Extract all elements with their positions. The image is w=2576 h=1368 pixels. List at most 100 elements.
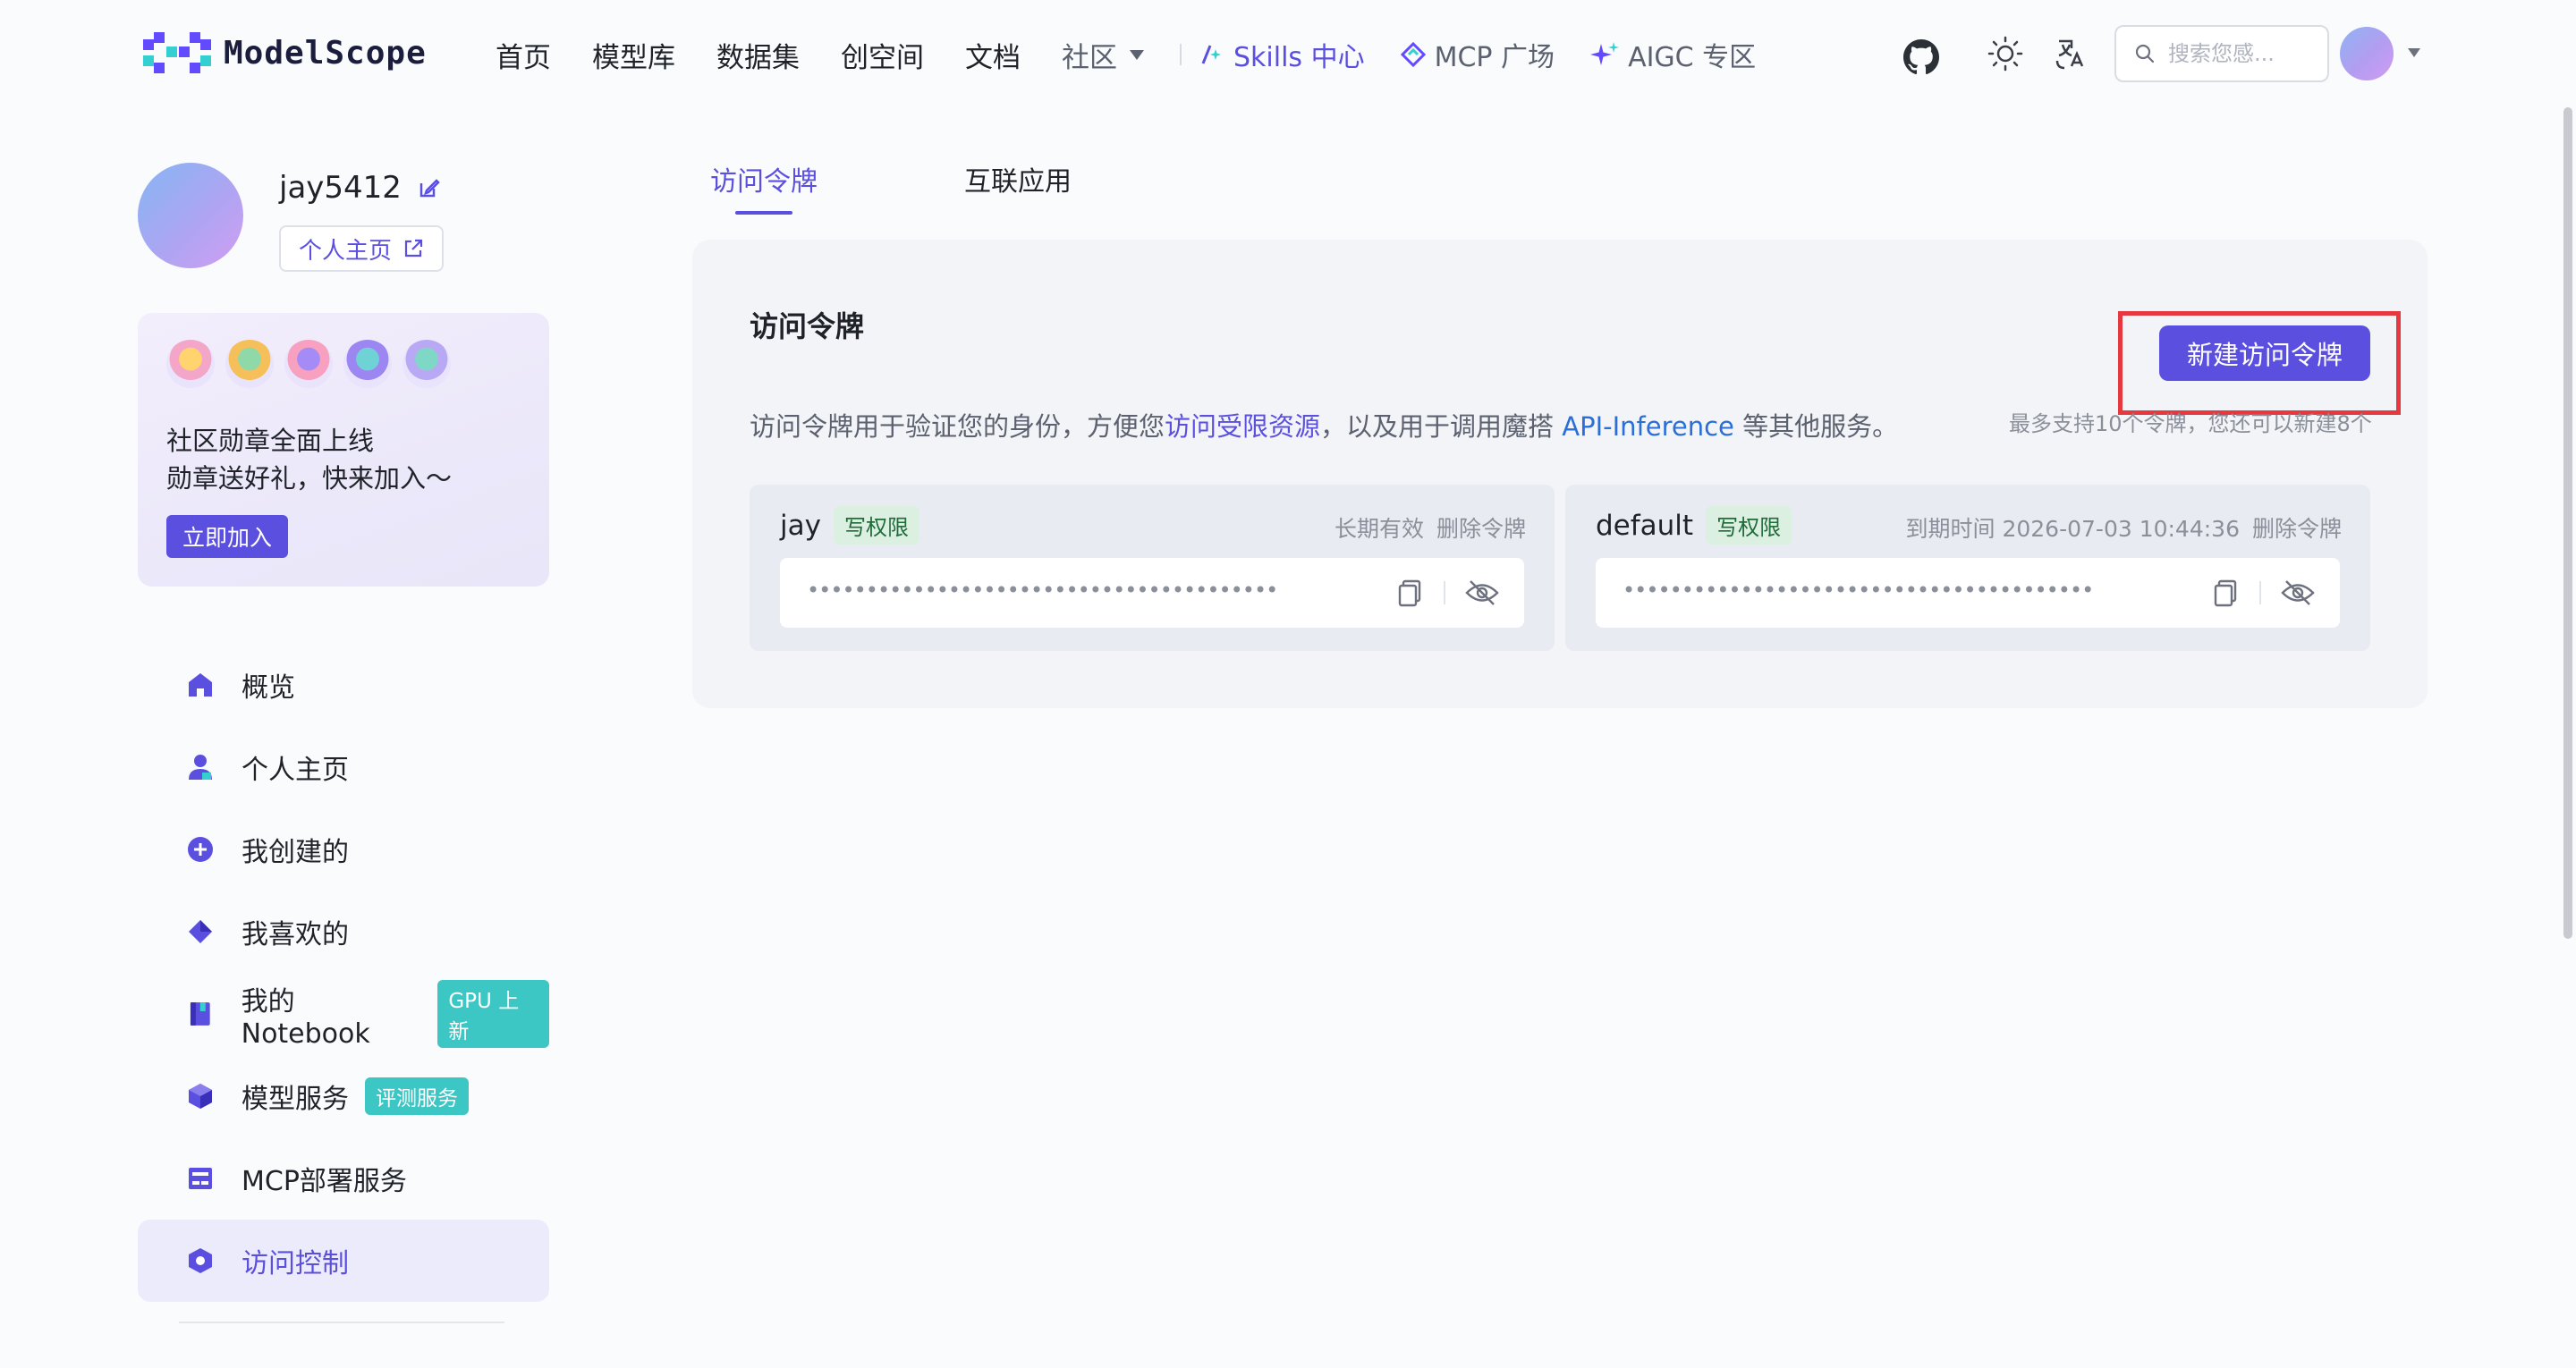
plus-circle-icon bbox=[188, 837, 213, 862]
avatar-dropdown-icon[interactable] bbox=[2408, 48, 2420, 57]
badge-icon bbox=[343, 340, 392, 388]
masked-token: •••••••••••••••••••••••••••••••••••••••• bbox=[1623, 578, 2094, 603]
tab-connected-apps[interactable]: 互联应用 bbox=[964, 159, 1072, 215]
skills-icon bbox=[1201, 45, 1221, 64]
join-now-button[interactable]: 立即加入 bbox=[166, 515, 289, 558]
sidebar-item-label: 我创建的 bbox=[242, 837, 349, 868]
homepage-label: 个人主页 bbox=[299, 237, 393, 265]
badge-promo-card: 社区勋章全面上线 勋章送好礼，快来加入～ 立即加入 bbox=[138, 313, 549, 587]
promo-line-2: 勋章送好礼，快来加入～ bbox=[166, 463, 453, 494]
copy-icon[interactable] bbox=[2211, 578, 2241, 608]
copy-icon[interactable] bbox=[1395, 578, 1426, 608]
shield-icon bbox=[189, 1248, 212, 1273]
user-avatar[interactable] bbox=[2340, 27, 2394, 80]
token-validity: 长期有效 bbox=[1334, 516, 1424, 542]
profile-username-row: jay5412 bbox=[279, 170, 441, 206]
sidebar-item-label: 个人主页 bbox=[242, 755, 349, 786]
homepage-button[interactable]: 个人主页 bbox=[279, 225, 445, 272]
page-scrollbar[interactable] bbox=[2563, 107, 2572, 939]
sidebar-divider bbox=[179, 1322, 504, 1323]
eval-service-badge: 评测服务 bbox=[365, 1077, 469, 1115]
notebook-icon bbox=[190, 1002, 210, 1026]
user-icon bbox=[189, 755, 212, 780]
nav-community-dropdown[interactable]: 社区 bbox=[1062, 35, 1144, 75]
nav-models[interactable]: 模型库 bbox=[592, 35, 675, 75]
sidebar-item-created[interactable]: 我创建的 bbox=[138, 808, 549, 891]
token-card: default 写权限 到期时间 2026-07-03 10:44:36 删除令… bbox=[1565, 485, 2370, 651]
token-header: jay 写权限 bbox=[780, 506, 919, 545]
token-name: jay bbox=[780, 509, 821, 542]
token-name: default bbox=[1596, 509, 1694, 542]
sidebar-item-label: 我喜欢的 bbox=[242, 919, 349, 950]
gpu-new-badge: GPU 上新 bbox=[437, 980, 549, 1048]
eye-off-icon[interactable] bbox=[1465, 578, 1499, 608]
edit-icon[interactable] bbox=[418, 176, 441, 199]
nav-divider bbox=[1180, 44, 1182, 65]
server-icon bbox=[189, 1168, 212, 1189]
badge-icon bbox=[225, 340, 274, 388]
promo-text: 社区勋章全面上线 勋章送好礼，快来加入～ bbox=[166, 422, 452, 497]
sidebar-item-homepage[interactable]: 个人主页 bbox=[138, 726, 549, 808]
token-limit-text: 最多支持10个令牌，您还可以新建8个 bbox=[2009, 411, 2372, 436]
desc-text: 等其他服务。 bbox=[1733, 411, 1899, 442]
logo-text: ModelScope bbox=[224, 34, 427, 72]
chevron-down-icon bbox=[1130, 49, 1144, 60]
desc-text: 访问令牌用于验证您的身份，方便您 bbox=[750, 411, 1165, 442]
theme-toggle-icon[interactable] bbox=[1987, 36, 2023, 72]
sidebar-item-liked[interactable]: 我喜欢的 bbox=[138, 891, 549, 973]
nav-skills-label: Skills 中心 bbox=[1233, 42, 1365, 73]
eye-off-icon[interactable] bbox=[2281, 578, 2315, 608]
nav-skills[interactable]: Skills 中心 bbox=[1199, 35, 1365, 74]
sidebar-item-label: MCP部署服务 bbox=[242, 1166, 407, 1197]
search-input[interactable] bbox=[2168, 41, 2320, 66]
nav-mcp[interactable]: MCP 广场 bbox=[1400, 35, 1555, 74]
badge-icon bbox=[166, 340, 215, 388]
api-inference-link[interactable]: API-Inference bbox=[1562, 411, 1734, 442]
nav-studios[interactable]: 创空间 bbox=[841, 35, 924, 75]
profile-avatar bbox=[138, 163, 243, 268]
sparkle-icon bbox=[1590, 42, 1620, 65]
token-value-field[interactable]: •••••••••••••••••••••••••••••••••••••••• bbox=[780, 558, 1524, 628]
main-nav: 首页 模型库 数据集 创空间 文档 社区 Skills 中心 MCP 广场 AI… bbox=[496, 34, 1792, 75]
sidebar-item-overview[interactable]: 概览 bbox=[138, 644, 549, 726]
sidebar-menu: 概览 个人主页 我创建的 我喜欢的 我的Notebook GPU 上新 模型服务… bbox=[138, 644, 549, 1302]
tab-access-token[interactable]: 访问令牌 bbox=[710, 159, 818, 215]
nav-community-label: 社区 bbox=[1062, 41, 1117, 74]
diamond-icon bbox=[189, 920, 212, 943]
sidebar-item-mcp-deploy[interactable]: MCP部署服务 bbox=[138, 1137, 549, 1220]
delete-token-link[interactable]: 删除令牌 bbox=[1436, 511, 1526, 544]
modelscope-logo[interactable]: ModelScope bbox=[143, 32, 427, 73]
token-card: jay 写权限 长期有效 删除令牌 ••••••••••••••••••••••… bbox=[750, 485, 1555, 651]
sidebar-item-model-service[interactable]: 模型服务 评测服务 bbox=[138, 1055, 549, 1137]
sidebar-item-access-control[interactable]: 访问控制 bbox=[138, 1220, 549, 1302]
desc-text: ，以及用于调用魔搭 bbox=[1320, 411, 1563, 442]
top-navbar: ModelScope 首页 模型库 数据集 创空间 文档 社区 Skills 中… bbox=[0, 0, 2576, 109]
sidebar-item-notebook[interactable]: 我的Notebook GPU 上新 bbox=[138, 973, 549, 1055]
token-value-field[interactable]: •••••••••••••••••••••••••••••••••••••••• bbox=[1596, 558, 2340, 628]
external-link-icon bbox=[404, 239, 423, 258]
language-switch-icon[interactable] bbox=[2054, 36, 2089, 72]
permission-badge: 写权限 bbox=[1706, 506, 1792, 545]
github-icon[interactable] bbox=[1903, 39, 1939, 75]
highlight-box bbox=[2118, 311, 2401, 415]
token-header: default 写权限 bbox=[1596, 506, 1792, 545]
nav-aigc-label: AIGC 专区 bbox=[1628, 42, 1757, 73]
nav-docs[interactable]: 文档 bbox=[965, 35, 1021, 75]
nav-aigc[interactable]: AIGC 专区 bbox=[1590, 35, 1756, 74]
token-meta: 到期时间 2026-07-03 10:44:36 删除令牌 bbox=[1906, 511, 2342, 544]
panel-description: 访问令牌用于验证您的身份，方便您访问受限资源，以及用于调用魔搭 API-Infe… bbox=[750, 406, 1898, 443]
nav-home[interactable]: 首页 bbox=[496, 35, 551, 75]
nav-mcp-label: MCP 广场 bbox=[1434, 42, 1555, 73]
token-meta: 长期有效 删除令牌 bbox=[1335, 511, 1526, 544]
restricted-resources-link[interactable]: 访问受限资源 bbox=[1165, 411, 1320, 442]
field-divider bbox=[1444, 581, 1445, 604]
mcp-icon bbox=[1400, 42, 1426, 67]
promo-line-1: 社区勋章全面上线 bbox=[166, 426, 375, 456]
delete-token-link[interactable]: 删除令牌 bbox=[2252, 511, 2342, 544]
home-icon bbox=[189, 673, 212, 697]
search-icon bbox=[2135, 44, 2155, 63]
nav-datasets[interactable]: 数据集 bbox=[716, 35, 800, 75]
panel-title: 访问令牌 bbox=[750, 309, 865, 343]
search-box[interactable] bbox=[2114, 25, 2329, 82]
token-expiry: 到期时间 2026-07-03 10:44:36 bbox=[1905, 516, 2240, 542]
